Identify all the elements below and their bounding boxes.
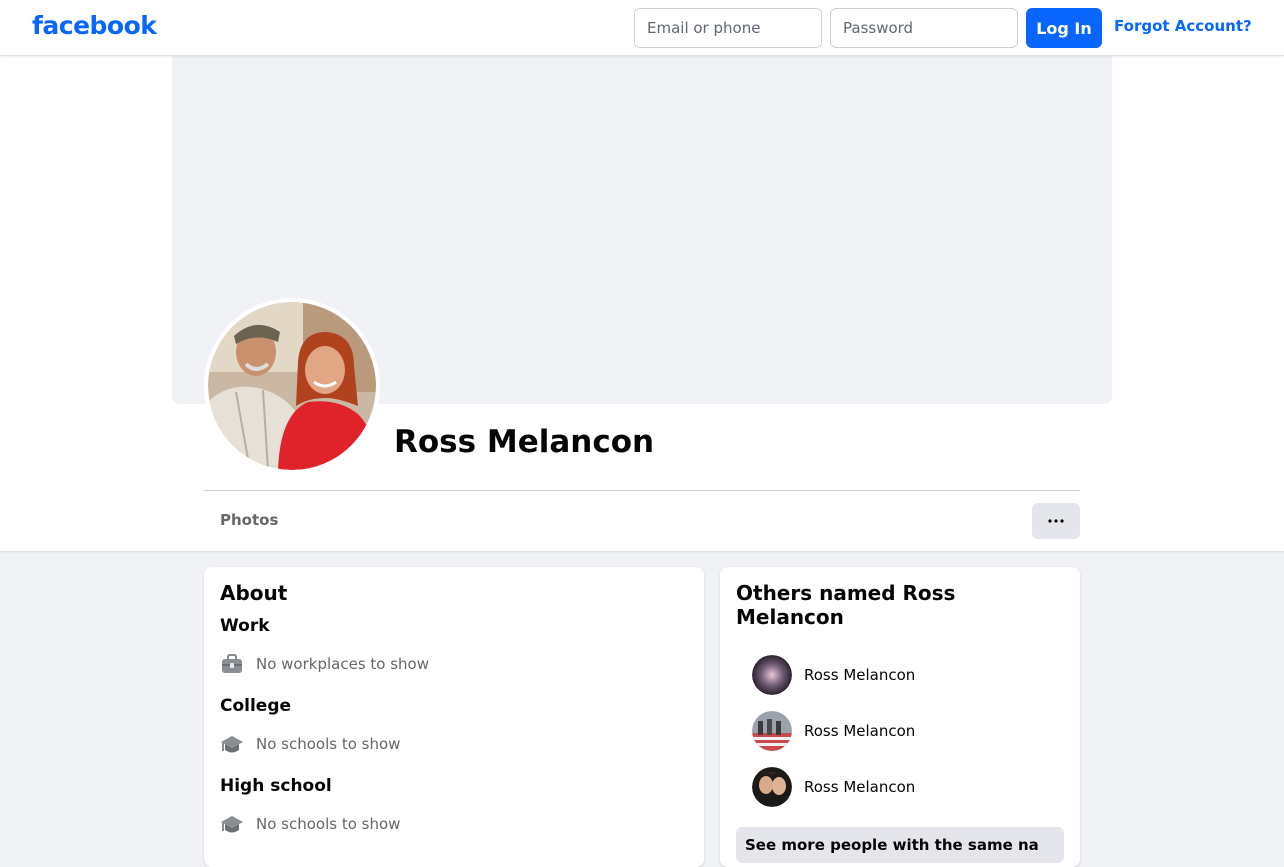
- work-text: No workplaces to show: [256, 655, 429, 673]
- person-list-item[interactable]: Ross Melancon: [752, 655, 915, 695]
- forgot-account-link[interactable]: Forgot Account?: [1114, 17, 1252, 35]
- avatar: [752, 767, 792, 807]
- login-button[interactable]: Log In: [1026, 8, 1102, 48]
- others-named-card: Others named Ross Melancon Ross Melancon…: [720, 567, 1080, 867]
- profile-header: Ross Melancon Photos: [0, 56, 1284, 551]
- college-row: No schools to show: [220, 732, 400, 756]
- person-name: Ross Melancon: [804, 722, 916, 740]
- graduation-cap-icon: [221, 736, 243, 753]
- ellipsis-icon: [1048, 519, 1064, 523]
- facebook-logo[interactable]: facebook: [32, 11, 157, 40]
- header-divider: [204, 490, 1080, 491]
- top-navigation-bar: facebook Log In Forgot Account?: [0, 0, 1284, 56]
- high-school-text: No schools to show: [256, 815, 401, 833]
- college-text: No schools to show: [256, 735, 401, 753]
- high-school-row: No schools to show: [220, 812, 400, 836]
- password-field[interactable]: [830, 8, 1018, 48]
- profile-picture[interactable]: [204, 298, 380, 474]
- profile-name: Ross Melancon: [394, 424, 655, 460]
- person-list-item[interactable]: Ross Melancon: [752, 767, 915, 807]
- avatar: [752, 655, 792, 695]
- work-row: No workplaces to show: [220, 652, 429, 676]
- work-heading: Work: [220, 616, 270, 636]
- graduation-cap-icon: [221, 816, 243, 833]
- see-more-people-button[interactable]: See more people with the same na: [736, 827, 1064, 863]
- college-heading: College: [220, 696, 292, 716]
- email-field[interactable]: [634, 8, 822, 48]
- high-school-heading: High school: [220, 776, 332, 796]
- more-options-button[interactable]: [1032, 503, 1080, 539]
- avatar: [752, 711, 792, 751]
- others-title: Others named Ross Melancon: [736, 581, 956, 629]
- person-name: Ross Melancon: [804, 778, 916, 796]
- about-card: About Work No workplaces to show College…: [204, 567, 704, 867]
- about-title: About: [220, 581, 288, 605]
- tab-photos[interactable]: Photos: [204, 502, 294, 538]
- profile-photo-image: [208, 302, 376, 470]
- person-name: Ross Melancon: [804, 666, 916, 684]
- briefcase-icon: [222, 654, 242, 673]
- person-list-item[interactable]: Ross Melancon: [752, 711, 915, 751]
